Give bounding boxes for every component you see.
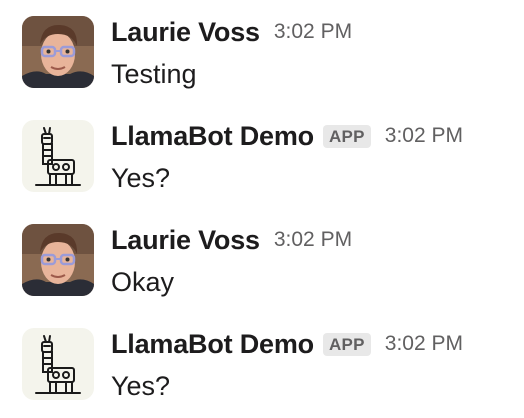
message-text: Yes? (111, 163, 171, 193)
avatar[interactable] (22, 328, 94, 400)
app-badge: APP (322, 332, 371, 356)
timestamp[interactable]: 3:02 PM (274, 20, 352, 44)
avatar[interactable] (22, 224, 94, 296)
message-feed: Laurie Voss 3:02 PM Testing LlamaBot Dem… (0, 0, 524, 418)
author-name[interactable]: Laurie Voss (111, 17, 260, 48)
message-text: Yes? (111, 371, 171, 401)
timestamp[interactable]: 3:02 PM (385, 332, 463, 356)
author-name[interactable]: Laurie Voss (111, 225, 260, 256)
message-text: Okay (111, 267, 175, 297)
person-avatar-icon (22, 16, 94, 88)
avatar[interactable] (22, 16, 94, 88)
timestamp[interactable]: 3:02 PM (385, 124, 463, 148)
author-name[interactable]: LlamaBot Demo (111, 329, 314, 360)
llama-avatar-icon (22, 328, 94, 400)
message-text: Testing (111, 59, 197, 89)
timestamp[interactable]: 3:02 PM (274, 228, 352, 252)
message-item: LlamaBot Demo APP 3:02 PM Yes? (22, 328, 512, 402)
author-name[interactable]: LlamaBot Demo (111, 121, 314, 152)
avatar[interactable] (22, 120, 94, 192)
message-item: Laurie Voss 3:02 PM Testing (22, 16, 512, 90)
message-item: Laurie Voss 3:02 PM Okay (22, 224, 512, 298)
message-item: LlamaBot Demo APP 3:02 PM Yes? (22, 120, 512, 194)
app-badge: APP (322, 124, 371, 148)
person-avatar-icon (22, 224, 94, 296)
llama-avatar-icon (22, 120, 94, 192)
